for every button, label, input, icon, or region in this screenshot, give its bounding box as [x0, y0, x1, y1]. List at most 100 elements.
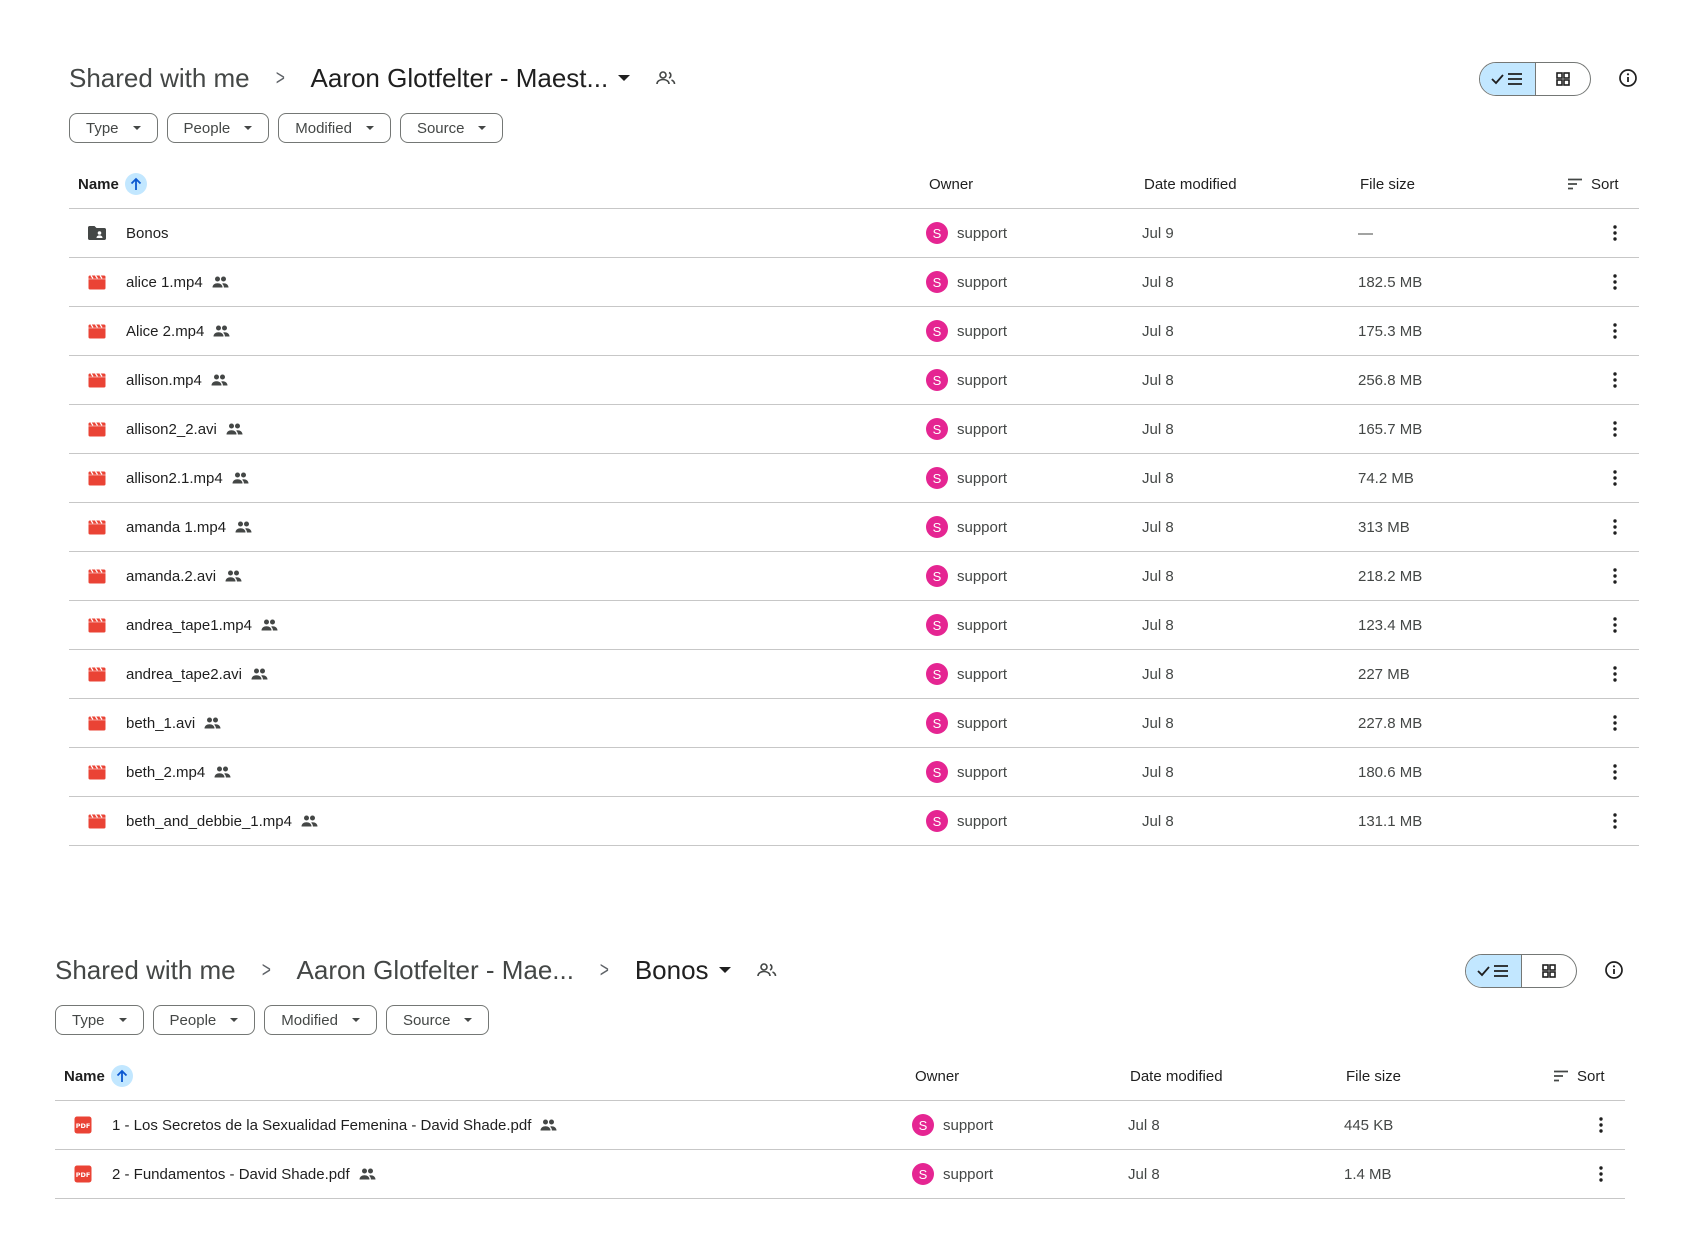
filter-source[interactable]: Source	[399, 113, 504, 143]
file-size-cell: 227.8 MB	[1358, 714, 1423, 732]
more-actions-icon[interactable]	[1605, 209, 1625, 257]
more-actions-icon[interactable]	[1605, 650, 1625, 698]
file-size-cell: 165.7 MB	[1358, 420, 1423, 438]
owner-name: support	[943, 1165, 994, 1183]
column-file-size-header[interactable]: File size	[1346, 1052, 1401, 1100]
video-file-icon	[87, 699, 107, 747]
filter-people[interactable]: People	[166, 113, 270, 143]
more-actions-icon[interactable]	[1605, 356, 1625, 404]
avatar: S	[926, 320, 948, 342]
owner-name: support	[957, 518, 1008, 536]
column-name-header[interactable]: Name	[78, 160, 147, 208]
column-file-size-header[interactable]: File size	[1360, 160, 1415, 208]
more-actions-icon[interactable]	[1605, 405, 1625, 453]
shared-folder-people-icon[interactable]	[756, 962, 777, 978]
list-view-button[interactable]	[1466, 955, 1522, 987]
owner-cell: Ssupport	[926, 552, 1007, 600]
filter-modified[interactable]: Modified	[264, 1005, 377, 1035]
file-table: Name Owner Date modified File size Sort …	[69, 160, 1639, 849]
breadcrumb-shared-with-me[interactable]: Shared with me	[69, 63, 250, 94]
sort-options-button[interactable]: Sort	[1567, 160, 1619, 208]
table-row[interactable]: beth_and_debbie_2.mp4 Ssupport Jul 8 284.4 …	[69, 846, 1639, 849]
filter-type-label: Type	[72, 1011, 105, 1029]
table-row[interactable]: PDF 2 - Fundamentos - David Shade.pdf Ssup…	[55, 1150, 1625, 1199]
more-actions-icon[interactable]	[1591, 1101, 1611, 1149]
column-name-header[interactable]: Name	[64, 1052, 133, 1100]
column-date-modified-header[interactable]: Date modified	[1130, 1052, 1223, 1100]
more-actions-icon[interactable]	[1605, 454, 1625, 502]
grid-view-button[interactable]	[1522, 955, 1577, 987]
file-name-cell: andrea_tape1.mp4	[126, 601, 278, 649]
avatar: S	[926, 810, 948, 832]
table-row[interactable]: amanda.2.avi Ssupport Jul 8 218.2 MB	[69, 552, 1639, 601]
file-name-cell: beth_and_debbie_2.mp4	[126, 846, 318, 849]
table-row[interactable]: alice 1.mp4 Ssupport Jul 8 182.5 MB	[69, 258, 1639, 307]
table-row[interactable]: Alice 2.mp4 Ssupport Jul 8 175.3 MB	[69, 307, 1639, 356]
dropdown-caret-icon	[118, 1018, 127, 1022]
more-actions-icon[interactable]	[1605, 846, 1625, 849]
owner-name: support	[957, 273, 1008, 291]
more-actions-icon[interactable]	[1605, 258, 1625, 306]
sort-options-button[interactable]: Sort	[1553, 1052, 1605, 1100]
date-modified-cell: Jul 8	[1142, 371, 1174, 389]
pdf-badge-text: PDF	[76, 1171, 91, 1179]
more-actions-icon[interactable]	[1605, 601, 1625, 649]
filter-source[interactable]: Source	[385, 1005, 490, 1035]
breadcrumb-shared-with-me[interactable]: Shared with me	[55, 955, 236, 986]
table-row[interactable]: andrea_tape1.mp4 Ssupport Jul 8 123.4 MB	[69, 601, 1639, 650]
more-actions-icon[interactable]	[1605, 699, 1625, 747]
shared-folder-people-icon[interactable]	[656, 70, 676, 86]
grid-view-button[interactable]	[1536, 63, 1591, 95]
details-info-button[interactable]	[1617, 67, 1639, 89]
drive-panel-folder: Shared with me > Aaron Glotfelter - Maes…	[69, 48, 1639, 849]
table-row[interactable]: beth_1.avi Ssupport Jul 8 227.8 MB	[69, 699, 1639, 748]
filter-type[interactable]: Type	[55, 1005, 144, 1035]
table-row[interactable]: allison.mp4 Ssupport Jul 8 256.8 MB	[69, 356, 1639, 405]
breadcrumb-current-folder[interactable]: Bonos	[635, 955, 709, 986]
shared-people-icon	[359, 1168, 376, 1180]
filter-people[interactable]: People	[152, 1005, 256, 1035]
folder-menu-caret-icon[interactable]	[718, 967, 731, 973]
more-actions-icon[interactable]	[1605, 503, 1625, 551]
table-row[interactable]: beth_and_debbie_1.mp4 Ssupport Jul 8 131.1 …	[69, 797, 1639, 846]
view-toggle	[1479, 62, 1591, 96]
sort-ascending-arrow-icon[interactable]	[110, 1065, 133, 1087]
more-actions-icon[interactable]	[1605, 552, 1625, 600]
more-actions-icon[interactable]	[1591, 1150, 1611, 1198]
drive-panel-bonos: Shared with me > Aaron Glotfelter - Mae.…	[55, 940, 1625, 1199]
avatar: S	[926, 761, 948, 783]
filter-source-label: Source	[416, 119, 465, 137]
shared-folder-icon	[87, 209, 107, 257]
shared-people-icon	[235, 521, 252, 533]
breadcrumb-current-folder[interactable]: Aaron Glotfelter - Maest...	[311, 63, 609, 94]
details-info-button[interactable]	[1603, 959, 1625, 981]
table-row[interactable]: allison2_2.avi Ssupport Jul 8 165.7 MB	[69, 405, 1639, 454]
more-actions-icon[interactable]	[1605, 307, 1625, 355]
shared-people-icon	[540, 1119, 557, 1131]
breadcrumb-parent-folder[interactable]: Aaron Glotfelter - Mae...	[297, 955, 574, 986]
avatar: S	[912, 1163, 934, 1185]
sort-ascending-arrow-icon[interactable]	[124, 173, 147, 195]
more-actions-icon[interactable]	[1605, 797, 1625, 845]
table-row[interactable]: Bonos Ssupport Jul 9 —	[69, 209, 1639, 258]
file-name: 2 - Fundamentos - David Shade.pdf	[112, 1165, 350, 1183]
avatar: S	[926, 565, 948, 587]
table-row[interactable]: amanda 1.mp4 Ssupport Jul 8 313 MB	[69, 503, 1639, 552]
table-row[interactable]: PDF 1 - Los Secretos de la Sexualidad Fem…	[55, 1101, 1625, 1150]
filter-type[interactable]: Type	[69, 113, 158, 143]
folder-menu-caret-icon[interactable]	[618, 75, 631, 81]
filter-modified[interactable]: Modified	[278, 113, 391, 143]
file-size-cell: 256.8 MB	[1358, 371, 1423, 389]
table-row[interactable]: allison2.1.mp4 Ssupport Jul 8 74.2 MB	[69, 454, 1639, 503]
owner-cell: Ssupport	[926, 748, 1007, 796]
view-toggle	[1465, 954, 1577, 988]
column-date-modified-header[interactable]: Date modified	[1144, 160, 1237, 208]
more-actions-icon[interactable]	[1605, 748, 1625, 796]
file-name-cell: Alice 2.mp4	[126, 307, 230, 355]
list-view-button[interactable]	[1480, 63, 1536, 95]
owner-name: support	[957, 322, 1008, 340]
table-row[interactable]: andrea_tape2.avi Ssupport Jul 8 227 MB	[69, 650, 1639, 699]
info-icon	[1605, 961, 1623, 979]
filter-modified-label: Modified	[295, 119, 352, 137]
table-row[interactable]: beth_2.mp4 Ssupport Jul 8 180.6 MB	[69, 748, 1639, 797]
